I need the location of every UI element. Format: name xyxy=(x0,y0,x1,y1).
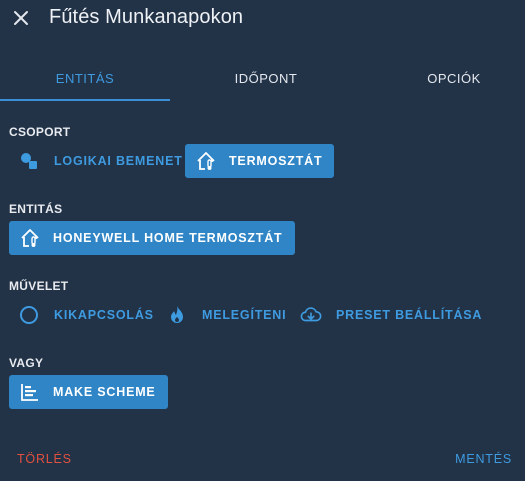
action-section-label: MŰVELET xyxy=(9,279,69,293)
scheme-timeline-icon xyxy=(19,381,41,403)
group-option-thermostat[interactable]: TERMOSZTÁT xyxy=(185,144,335,178)
close-icon xyxy=(14,11,28,25)
action-option-label: MELEGÍTENI xyxy=(202,308,287,322)
active-tab-indicator xyxy=(0,99,170,101)
power-off-icon xyxy=(18,304,40,326)
group-option-logical-input[interactable]: LOGIKAI BEMENET xyxy=(10,144,191,178)
home-thermometer-icon xyxy=(19,227,41,249)
action-option-heat[interactable]: MELEGÍTENI xyxy=(158,298,294,332)
tab-bar: ENTITÁS IDŐPONT OPCIÓK xyxy=(0,58,525,102)
cloud-download-icon xyxy=(300,304,322,326)
entity-section-label: ENTITÁS xyxy=(9,202,63,216)
dialog-title: Fűtés Munkanapokon xyxy=(49,6,244,28)
make-scheme-button[interactable]: MAKE SCHEME xyxy=(9,375,168,409)
home-thermometer-icon xyxy=(195,150,217,172)
group-option-label: TERMOSZTÁT xyxy=(229,154,323,168)
tab-entity[interactable]: ENTITÁS xyxy=(0,58,170,100)
action-option-label: KIKAPCSOLÁS xyxy=(54,308,154,322)
toggle-input-icon xyxy=(18,150,40,172)
tab-time[interactable]: IDŐPONT xyxy=(180,58,352,100)
delete-button[interactable]: TÖRLÉS xyxy=(17,452,72,466)
close-button[interactable] xyxy=(10,7,32,29)
save-button[interactable]: MENTÉS xyxy=(455,452,512,466)
or-section-label: VAGY xyxy=(9,356,44,370)
tab-options[interactable]: OPCIÓK xyxy=(368,58,525,100)
entity-value: HONEYWELL HOME TERMOSZTÁT xyxy=(53,231,283,245)
action-option-turn-off[interactable]: KIKAPCSOLÁS xyxy=(10,298,162,332)
action-option-label: PRESET BEÁLLÍTÁSA xyxy=(336,308,483,322)
action-option-set-preset[interactable]: PRESET BEÁLLÍTÁSA xyxy=(292,298,490,332)
entity-select-button[interactable]: HONEYWELL HOME TERMOSZTÁT xyxy=(9,221,295,255)
make-scheme-label: MAKE SCHEME xyxy=(53,385,156,399)
fire-icon xyxy=(166,304,188,326)
group-section-label: CSOPORT xyxy=(9,125,71,139)
dialog-header: Fűtés Munkanapokon xyxy=(0,0,525,40)
group-option-label: LOGIKAI BEMENET xyxy=(54,154,183,168)
